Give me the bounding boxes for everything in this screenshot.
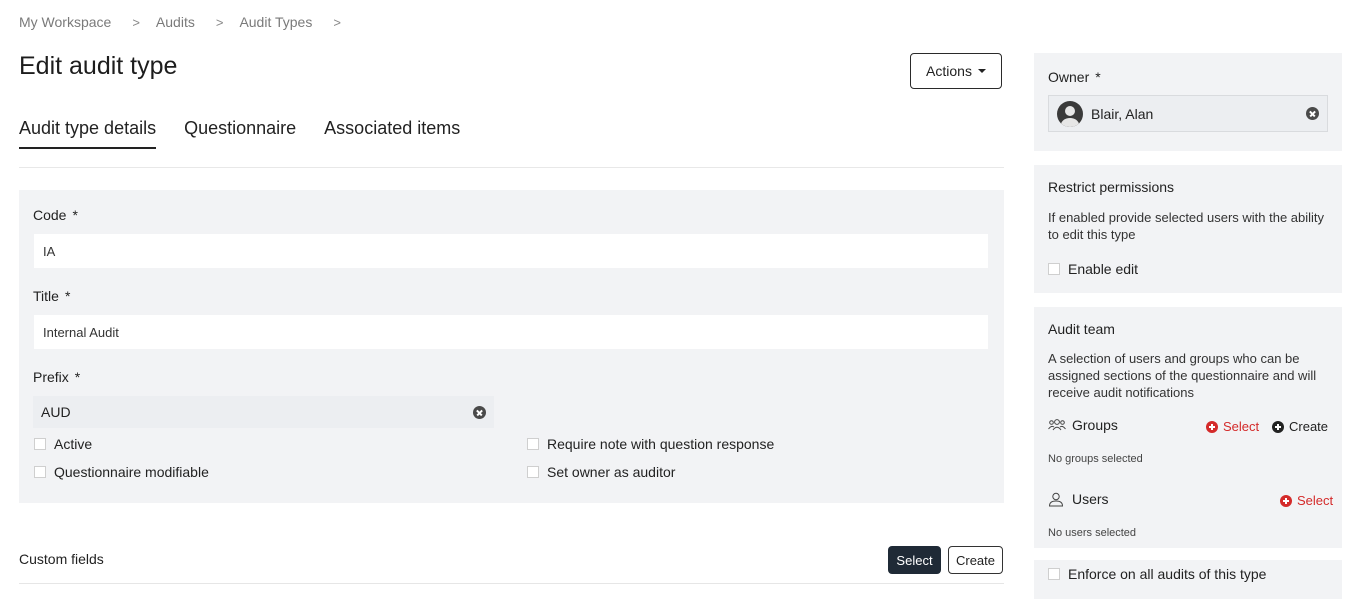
enable-edit-row: Enable edit — [1048, 261, 1138, 277]
owner-name: Blair, Alan — [1091, 105, 1154, 122]
groups-create-label: Create — [1289, 419, 1329, 434]
title-label-text: Title — [33, 288, 59, 304]
no-users-text: No users selected — [1048, 527, 1137, 539]
require-note-checkbox[interactable] — [527, 438, 539, 450]
title-label: Title * — [33, 288, 70, 304]
code-label: Code * — [33, 207, 78, 223]
breadcrumb-separator: > — [215, 14, 224, 30]
actions-label: Actions — [926, 63, 972, 79]
active-label: Active — [54, 436, 93, 452]
enforce-row: Enforce on all audits of this type — [1048, 566, 1266, 582]
no-groups-text: No groups selected — [1048, 453, 1143, 465]
tab-audit-type-details[interactable]: Audit type details — [19, 118, 157, 149]
plus-circle-icon — [1272, 420, 1284, 433]
tab-questionnaire[interactable]: Questionnaire — [184, 118, 296, 149]
tab-divider — [19, 167, 1004, 168]
groups-icon — [1048, 419, 1066, 431]
restrict-permissions-title: Restrict permissions — [1048, 179, 1175, 195]
restrict-permissions-panel: Restrict permissions If enabled provide … — [1034, 165, 1342, 293]
title-value: Internal Audit — [43, 324, 119, 340]
audit-team-title: Audit team — [1048, 321, 1115, 337]
code-input[interactable]: IA — [34, 234, 988, 268]
groups-select-link[interactable]: Select — [1206, 419, 1259, 434]
tab-bar: Audit type details Questionnaire Associa… — [19, 118, 488, 149]
prefix-label: Prefix * — [33, 369, 80, 385]
owner-select[interactable]: Blair, Alan — [1048, 95, 1328, 132]
prefix-label-text: Prefix — [33, 369, 69, 385]
set-owner-auditor-row: Set owner as auditor — [527, 464, 675, 480]
users-select-link[interactable]: Select — [1280, 493, 1333, 508]
owner-label: Owner * — [1048, 69, 1101, 85]
custom-fields-label: Custom fields — [19, 551, 104, 567]
breadcrumb-separator: > — [333, 14, 341, 30]
groups-label: Groups — [1072, 417, 1118, 433]
prefix-value: AUD — [41, 404, 71, 420]
custom-fields-divider — [19, 583, 1004, 584]
require-note-row: Require note with question response — [527, 436, 774, 452]
enable-edit-label: Enable edit — [1068, 261, 1139, 277]
code-label-text: Code — [33, 207, 67, 223]
clear-icon[interactable] — [473, 405, 486, 419]
title-input[interactable]: Internal Audit — [34, 315, 988, 349]
breadcrumb-item-my-workspace[interactable]: My Workspace — [19, 14, 111, 30]
active-checkbox-row: Active — [34, 436, 92, 452]
prefix-select[interactable]: AUD — [33, 396, 494, 428]
breadcrumb: My Workspace > Audits > Audit Types > — [19, 14, 357, 30]
breadcrumb-separator: > — [132, 14, 140, 30]
breadcrumb-item-audits[interactable]: Audits — [156, 14, 195, 30]
groups-create-link[interactable]: Create — [1272, 419, 1328, 434]
users-select-label: Select — [1297, 493, 1334, 508]
enable-edit-checkbox[interactable] — [1048, 263, 1060, 275]
audit-type-form: Code * IA Title * Internal Audit Prefix * A… — [19, 190, 1004, 503]
questionnaire-modifiable-checkbox[interactable] — [34, 466, 46, 478]
audit-team-description: A selection of users and groups who can … — [1048, 351, 1317, 400]
require-note-label: Require note with question response — [547, 436, 775, 452]
panel-gap — [1034, 548, 1342, 560]
plus-circle-icon — [1206, 420, 1218, 433]
set-owner-auditor-checkbox[interactable] — [527, 466, 539, 478]
restrict-permissions-description: If enabled provide selected users with t… — [1048, 210, 1325, 242]
enforce-checkbox[interactable] — [1048, 568, 1060, 580]
page-title: Edit audit type — [19, 52, 178, 80]
set-owner-auditor-label: Set owner as auditor — [547, 464, 676, 480]
clear-icon[interactable] — [1306, 107, 1319, 120]
code-value: IA — [43, 243, 56, 259]
groups-select-label: Select — [1223, 419, 1260, 434]
breadcrumb-item-audit-types[interactable]: Audit Types — [239, 14, 312, 30]
owner-label-text: Owner — [1048, 69, 1090, 85]
enforce-label: Enforce on all audits of this type — [1068, 566, 1267, 582]
owner-panel: Owner * Blair, Alan — [1034, 53, 1342, 151]
required-mark: * — [72, 207, 78, 223]
required-mark: * — [74, 369, 81, 385]
custom-fields-create-button[interactable]: Create — [948, 546, 1003, 574]
required-mark: * — [1095, 69, 1101, 85]
avatar-icon — [1057, 100, 1083, 127]
required-mark: * — [64, 288, 71, 304]
questionnaire-modifiable-row: Questionnaire modifiable — [34, 464, 209, 480]
caret-down-icon — [977, 69, 986, 73]
questionnaire-modifiable-label: Questionnaire modifiable — [54, 464, 209, 480]
custom-fields-select-button[interactable]: Select — [888, 546, 941, 574]
users-header: Users — [1048, 491, 1109, 507]
users-label: Users — [1072, 491, 1109, 507]
groups-header: Groups — [1048, 417, 1118, 433]
tab-associated-items[interactable]: Associated items — [324, 118, 460, 149]
user-icon — [1048, 492, 1064, 506]
actions-dropdown-button[interactable]: Actions — [910, 53, 1002, 89]
active-checkbox[interactable] — [34, 438, 46, 450]
plus-circle-icon — [1280, 494, 1292, 507]
